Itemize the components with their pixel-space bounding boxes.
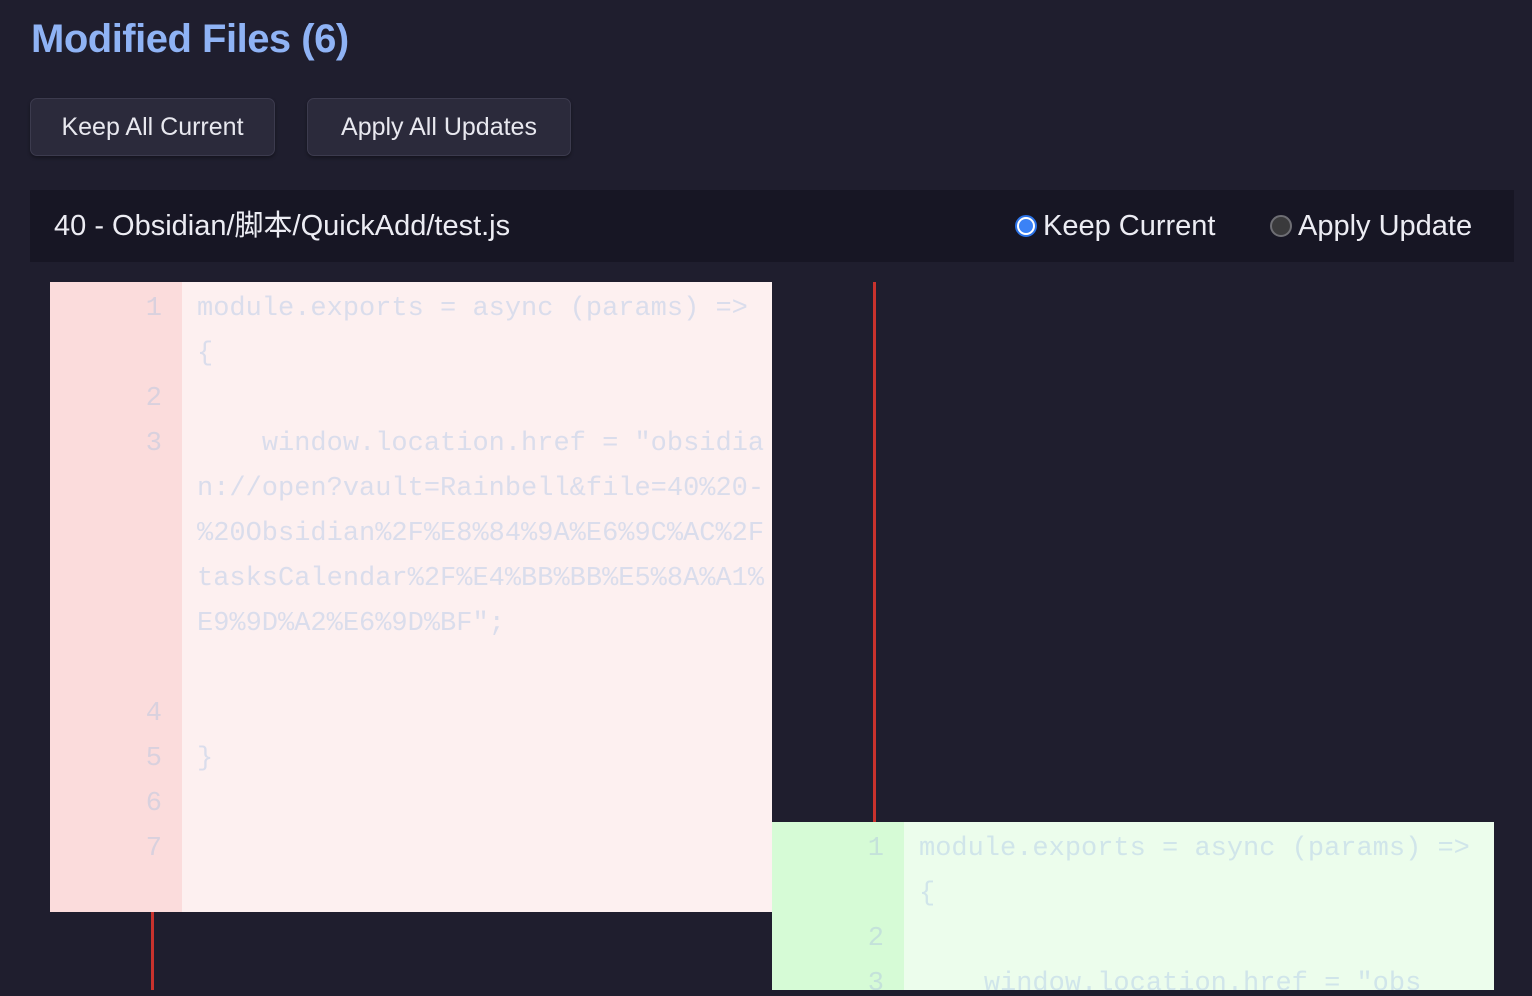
line-number: 3 (145, 429, 162, 459)
page-title: Modified Files (6) (31, 17, 349, 61)
current-code-pane: 1 module.exports = async (params) => { 2… (50, 282, 772, 912)
keep-current-label: Keep Current (1043, 209, 1216, 242)
line-number: 3 (867, 969, 884, 990)
line-code: window.location.href = "obs (919, 969, 1422, 990)
keep-current-radio[interactable] (1015, 215, 1037, 237)
file-header: 40 - Obsidian/脚本/QuickAdd/test.js Keep C… (30, 190, 1514, 262)
line-code: module.exports = async (params) => { (197, 294, 765, 369)
line-number: 7 (145, 834, 162, 864)
diff-connector-top (873, 282, 876, 822)
line-code: window.location.href = "obsidian://open?… (197, 429, 765, 639)
line-code: module.exports = async (params) => { (919, 834, 1487, 909)
line-number: 2 (145, 384, 162, 414)
line-number: 6 (145, 789, 162, 819)
diff-connector-bottom (151, 912, 154, 990)
line-number: 5 (145, 744, 162, 774)
line-number: 4 (145, 699, 162, 729)
line-number: 1 (145, 294, 162, 324)
modified-files-page: Modified Files (6) Keep All Current Appl… (0, 0, 1532, 996)
line-code: } (197, 744, 214, 774)
apply-update-radio[interactable] (1270, 215, 1292, 237)
apply-update-label: Apply Update (1298, 209, 1473, 242)
file-path: 40 - Obsidian/脚本/QuickAdd/test.js (54, 210, 511, 242)
apply-update-option[interactable]: Apply Update (1270, 190, 1472, 262)
update-code-pane: 1 module.exports = async (params) => { 2… (772, 822, 1494, 990)
line-number: 2 (867, 924, 884, 954)
keep-all-current-button[interactable]: Keep All Current (30, 98, 275, 156)
keep-current-option[interactable]: Keep Current (1015, 190, 1216, 262)
apply-all-updates-button[interactable]: Apply All Updates (307, 98, 571, 156)
line-number: 1 (867, 834, 884, 864)
